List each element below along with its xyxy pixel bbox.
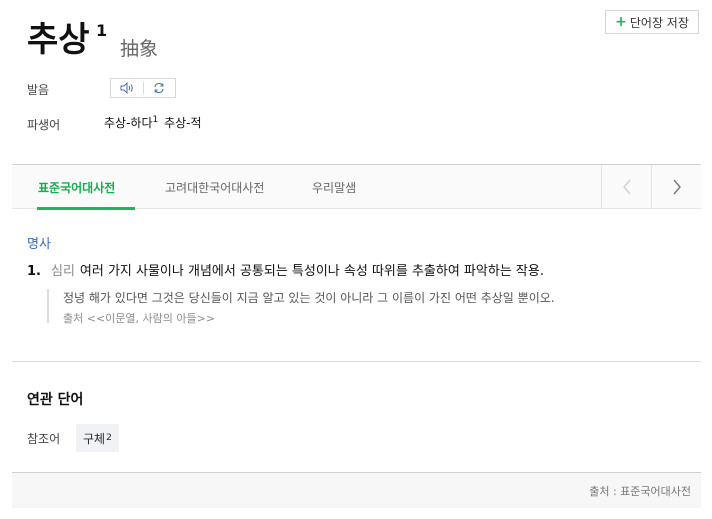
chevron-left-icon	[622, 179, 631, 195]
active-tab-indicator	[37, 207, 135, 210]
chevron-right-icon	[672, 179, 681, 195]
example-block: 정녕 해가 있다면 그것은 당신들이 지금 알고 있는 것이 아니라 그 이름이…	[47, 289, 647, 325]
next-button[interactable]	[651, 165, 701, 209]
tab-urimalsaem[interactable]: 우리말샘	[312, 179, 356, 196]
save-to-wordbook-button[interactable]: + 단어장 저장	[605, 10, 699, 34]
repeat-icon[interactable]	[144, 79, 176, 97]
definition-text: 여러 가지 사물이나 개념에서 공통되는 특성이나 속성 따위를 추출하여 파악…	[79, 264, 544, 279]
derived-word-link[interactable]: 추상-적	[164, 116, 201, 130]
homonym-number: 1	[96, 21, 108, 40]
save-button-label: 단어장 저장	[629, 15, 689, 30]
footer: 출처 : 표준국어대사전	[12, 472, 701, 508]
prev-button[interactable]	[601, 165, 651, 209]
reference-label: 참조어	[27, 432, 61, 446]
dictionary-tabbar: 표준국어대사전 고려대한국어대사전 우리말샘	[12, 164, 701, 210]
pronunciation-label: 발음	[27, 83, 50, 97]
definition-item: 1. 심리 여러 가지 사물이나 개념에서 공통되는 특성이나 속성 따위를 추출하…	[27, 260, 544, 279]
reference-word: 구체	[83, 431, 106, 446]
speaker-icon[interactable]	[111, 79, 143, 97]
tab-korea-univ-dictionary[interactable]: 고려대한국어대사전	[165, 179, 264, 196]
part-of-speech: 명사	[27, 237, 51, 252]
example-source: 출처 <<이문열, 사람의 아들>>	[63, 312, 216, 325]
tab-standard-dictionary[interactable]: 표준국어대사전	[38, 179, 115, 196]
derivation-label: 파생어	[27, 118, 61, 132]
related-words-title: 연관 단어	[27, 392, 84, 408]
reference-word-chip[interactable]: 구체 2	[76, 424, 119, 452]
reference-word-sup: 2	[106, 433, 112, 443]
derived-words: 추상-하다1 추상-적	[104, 114, 202, 131]
section-divider	[12, 361, 701, 362]
plus-icon: +	[615, 14, 627, 30]
source-text: 출처 : 표준국어대사전	[589, 485, 691, 498]
derived-word-sup: 1	[152, 115, 159, 125]
definition-number: 1.	[27, 264, 41, 279]
headword: 추상	[27, 20, 90, 60]
derived-word-link[interactable]: 추상-하다	[104, 116, 153, 130]
example-sentence: 정녕 해가 있다면 그것은 당신들이 지금 알고 있는 것이 아니라 그 이름이…	[63, 291, 555, 305]
pronunciation-controls	[110, 78, 176, 98]
hanja-text: 抽象	[120, 38, 159, 60]
definition-field: 심리	[50, 264, 75, 279]
